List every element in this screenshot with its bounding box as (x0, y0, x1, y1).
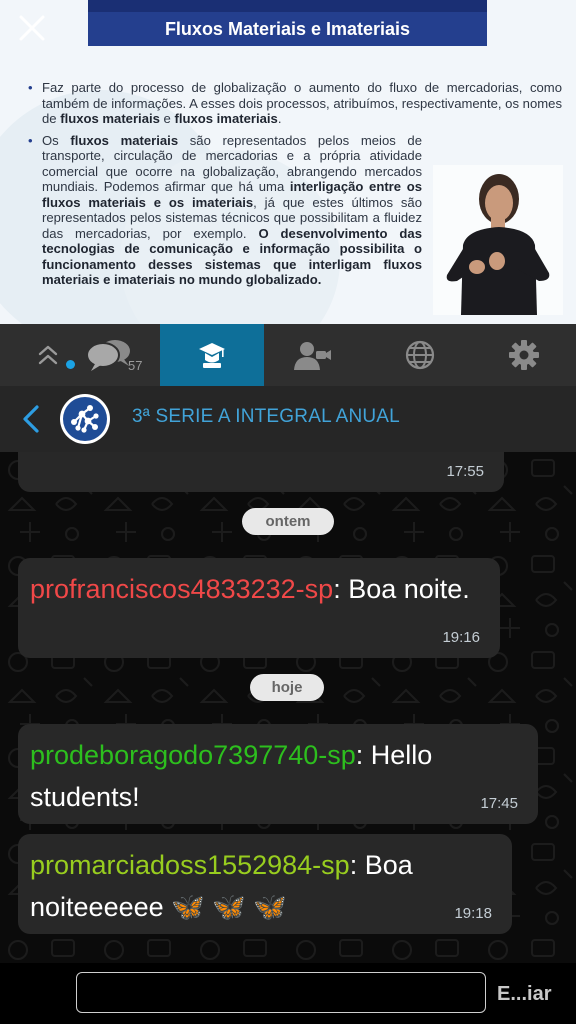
message-body: promarciadoss1552984-sp: Boa noiteeeeee … (18, 834, 512, 928)
bullet-bold-text: fluxos materiais (60, 111, 160, 126)
gear-icon (509, 340, 539, 370)
bullet-bold-text: fluxos imateriais (174, 111, 278, 126)
message-body: profranciscos4833232-sp: Boa noite. (18, 558, 500, 610)
message-input[interactable] (76, 972, 486, 1013)
bullet-text: Os (42, 132, 71, 148)
bullet-bold-text: fluxos materiais (70, 132, 179, 148)
slide-bullet-1: Faz parte do processo de globalização o … (26, 80, 562, 127)
message-sender[interactable]: profranciscos4833232-sp (30, 574, 333, 604)
slide-title: Fluxos Materiais e Imateriais (88, 0, 487, 46)
network-nodes-logo (63, 397, 107, 441)
message-time: 19:16 (442, 629, 480, 646)
globe-icon (405, 340, 435, 370)
message-time: 17:55 (446, 463, 484, 480)
tab-settings[interactable] (476, 324, 572, 386)
composer: E...iar (0, 963, 576, 1024)
tab-class[interactable] (160, 324, 264, 386)
slide-bullets: Faz parte do processo de globalização o … (26, 80, 562, 294)
channel-title[interactable]: 3ª SERIE A INTEGRAL ANUAL (132, 406, 400, 428)
tab-video-call[interactable] (264, 324, 360, 386)
tab-bar: 57 (0, 324, 576, 386)
message-bubble[interactable]: promarciadoss1552984-sp: Boa noiteeeeee … (18, 834, 512, 934)
send-button[interactable]: E...iar (497, 983, 551, 1006)
message-time: 19:18 (454, 905, 492, 922)
message-sender[interactable]: prodeboragodo7397740-sp (30, 740, 356, 770)
message-text: : Boa noite. (333, 574, 470, 604)
unread-dot (66, 360, 75, 369)
lesson-video[interactable]: Fluxos Materiais e Imateriais Faz parte … (0, 0, 576, 324)
close-icon[interactable] (16, 12, 48, 44)
slide-bullet-2: Os fluxos materiais são representados pe… (26, 133, 422, 288)
date-separator: ontem (242, 508, 334, 535)
tab-web[interactable] (372, 324, 468, 386)
chat-messages[interactable]: 17:55 ontem profranciscos4833232-sp: Boa… (0, 452, 576, 963)
channel-avatar[interactable] (60, 394, 110, 444)
date-separator: hoje (250, 674, 324, 701)
message-bubble[interactable]: prodeboragodo7397740-sp: Hello students!… (18, 724, 538, 824)
chat-unread-count: 57 (128, 358, 143, 373)
message-time: 17:45 (480, 795, 518, 812)
bullet-text: e (159, 111, 175, 126)
channel-header: 3ª SERIE A INTEGRAL ANUAL (0, 386, 576, 453)
sign-language-interpreter (433, 165, 563, 315)
message-bubble[interactable]: profranciscos4833232-sp: Boa noite. 19:1… (18, 558, 500, 658)
graduation-cap-icon (199, 343, 225, 368)
message-sender[interactable]: promarciadoss1552984-sp (30, 850, 350, 880)
bullet-text: . (277, 111, 282, 126)
tab-chat[interactable] (62, 324, 158, 386)
user-video-icon (294, 342, 331, 370)
message-bubble[interactable]: 17:55 (18, 452, 504, 492)
back-arrow-icon[interactable] (20, 404, 42, 434)
chevrons-up-icon (38, 345, 58, 365)
message-body: prodeboragodo7397740-sp: Hello students! (18, 724, 538, 818)
